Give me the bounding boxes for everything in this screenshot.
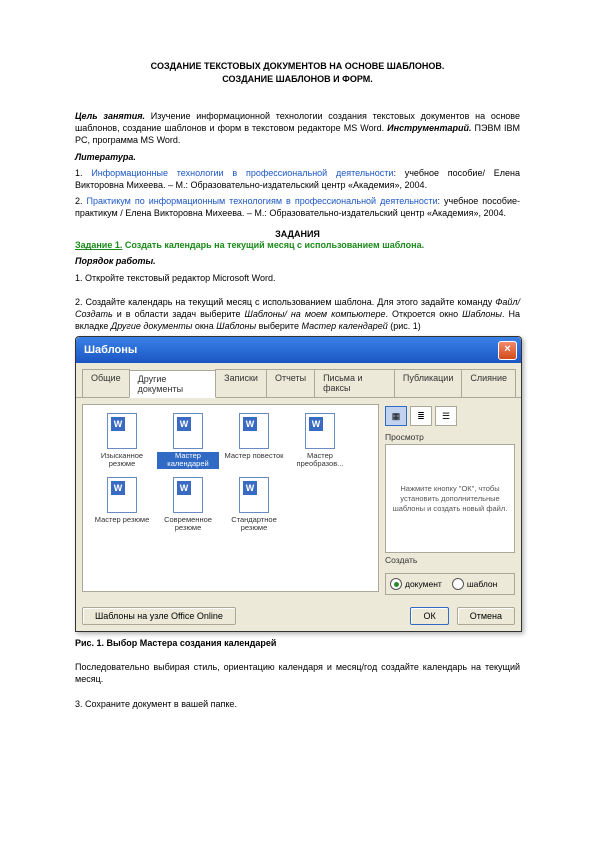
step-2: 2. Создайте календарь на текущий месяц с… xyxy=(75,296,520,332)
lit1-link: Информационные технологии в профессионал… xyxy=(91,168,393,178)
tab-publications[interactable]: Публикации xyxy=(394,369,462,397)
lit1-num: 1. xyxy=(75,168,91,178)
tab-reports[interactable]: Отчеты xyxy=(266,369,315,397)
literature-item-2: 2. Практикум по информационным технологи… xyxy=(75,195,520,219)
doc-icon xyxy=(107,477,137,513)
s2a: 2. Создайте календарь на текущий месяц с… xyxy=(75,297,495,307)
file-item[interactable]: Мастер повесток xyxy=(223,413,285,469)
file-label: Изысканное резюме xyxy=(91,452,153,469)
s2k: выберите xyxy=(256,321,301,331)
right-panel: ▦ ≣ ☰ Просмотр Нажмите кнопку "ОК", чтоб… xyxy=(385,404,515,595)
after-figure-text: Последовательно выбирая стиль, ориентаци… xyxy=(75,661,520,685)
view-details[interactable]: ☰ xyxy=(435,406,457,426)
doc-icon xyxy=(173,413,203,449)
radio-template[interactable]: шаблон xyxy=(452,578,498,590)
dialog-footer: Шаблоны на узле Office Online ОК Отмена xyxy=(76,601,521,631)
cancel-button[interactable]: Отмена xyxy=(457,607,515,625)
s2j: Шаблоны xyxy=(216,321,256,331)
preview-label: Просмотр xyxy=(385,432,515,442)
radio-dot-icon xyxy=(452,578,464,590)
file-label: Современное резюме xyxy=(157,516,219,533)
s2h: Другие документы xyxy=(111,321,192,331)
radio-tpl-label: шаблон xyxy=(467,579,498,589)
create-label: Создать xyxy=(385,555,515,565)
doc-icon xyxy=(107,413,137,449)
figure-caption: Рис. 1. Выбор Мастера создания календаре… xyxy=(75,637,520,649)
close-button[interactable]: × xyxy=(498,341,517,360)
lit2-num: 2. xyxy=(75,196,87,206)
office-online-button[interactable]: Шаблоны на узле Office Online xyxy=(82,607,236,625)
radio-document[interactable]: документ xyxy=(390,578,442,590)
dialog-tabs: Общие Другие документы Записки Отчеты Пи… xyxy=(76,363,521,398)
literature-label: Литература. xyxy=(75,151,520,163)
view-large-icons[interactable]: ▦ xyxy=(385,406,407,426)
s2d: Шаблоны/ на моем компьютере xyxy=(245,309,386,319)
title-line-1: СОЗДАНИЕ ТЕКСТОВЫХ ДОКУМЕНТОВ НА ОСНОВЕ … xyxy=(75,60,520,73)
s2f: Шаблоны xyxy=(462,309,502,319)
tasks-header: ЗАДАНИЯ xyxy=(75,229,520,239)
doc-title: СОЗДАНИЕ ТЕКСТОВЫХ ДОКУМЕНТОВ НА ОСНОВЕ … xyxy=(75,60,520,85)
order-label: Порядок работы. xyxy=(75,255,520,267)
task1-title: Задание 1. Создать календарь на текущий … xyxy=(75,239,520,251)
file-label: Мастер повесток xyxy=(223,452,285,460)
s2i: окна xyxy=(192,321,216,331)
s2e: . Откроется окно xyxy=(386,309,463,319)
step-3: 3. Сохраните документ в вашей папке. xyxy=(75,698,520,710)
doc-icon xyxy=(305,413,335,449)
preview-pane: Нажмите кнопку "ОК", чтобы установить до… xyxy=(385,444,515,553)
task1-text: Создать календарь на текущий месяц с исп… xyxy=(122,240,424,250)
doc-icon xyxy=(239,413,269,449)
goal-paragraph: Цель занятия. Изучение информационной те… xyxy=(75,110,520,146)
tab-other-docs[interactable]: Другие документы xyxy=(129,370,217,398)
file-item[interactable]: Стандартное резюме xyxy=(223,477,285,533)
doc-icon xyxy=(239,477,269,513)
file-item[interactable]: Мастер резюме xyxy=(91,477,153,533)
task1-num: Задание 1. xyxy=(75,240,122,250)
radio-dot-icon xyxy=(390,578,402,590)
goal-label: Цель занятия. xyxy=(75,111,145,121)
tab-general[interactable]: Общие xyxy=(82,369,130,397)
radio-doc-label: документ xyxy=(405,579,442,589)
tab-letters[interactable]: Письма и факсы xyxy=(314,369,395,397)
title-line-2: СОЗДАНИЕ ШАБЛОНОВ И ФОРМ. xyxy=(75,73,520,86)
dialog-title: Шаблоны xyxy=(84,344,137,356)
view-buttons: ▦ ≣ ☰ xyxy=(385,404,515,430)
templates-dialog: Шаблоны × Общие Другие документы Записки… xyxy=(75,336,522,632)
file-label: Стандартное резюме xyxy=(223,516,285,533)
create-group: документ шаблон xyxy=(385,573,515,595)
ok-button[interactable]: ОК xyxy=(410,607,448,625)
step-1: 1. Откройте текстовый редактор Microsoft… xyxy=(75,272,520,284)
tab-memos[interactable]: Записки xyxy=(215,369,267,397)
view-list[interactable]: ≣ xyxy=(410,406,432,426)
s2c: и в области задач выберите xyxy=(113,309,245,319)
dialog-titlebar[interactable]: Шаблоны × xyxy=(76,337,521,363)
lit2-link: Практикум по информационным технологиям … xyxy=(87,196,438,206)
s2m: (рис. 1) xyxy=(388,321,421,331)
file-label: Мастер календарей xyxy=(157,452,219,469)
instr-label: Инструментарий. xyxy=(387,123,471,133)
preview-text: Нажмите кнопку "ОК", чтобы установить до… xyxy=(392,484,508,513)
file-label: Мастер резюме xyxy=(91,516,153,524)
literature-item-1: 1. Информационные технологии в профессио… xyxy=(75,167,520,191)
tab-merge[interactable]: Слияние xyxy=(461,369,516,397)
file-item[interactable]: Современное резюме xyxy=(157,477,219,533)
file-list: Изысканное резюме Мастер календарей Маст… xyxy=(82,404,379,592)
doc-icon xyxy=(173,477,203,513)
s2l: Мастер календарей xyxy=(301,321,387,331)
file-label: Мастер преобразов... xyxy=(289,452,351,469)
file-item[interactable]: Изысканное резюме xyxy=(91,413,153,469)
file-item[interactable]: Мастер преобразов... xyxy=(289,413,351,469)
file-item-selected[interactable]: Мастер календарей xyxy=(157,413,219,469)
